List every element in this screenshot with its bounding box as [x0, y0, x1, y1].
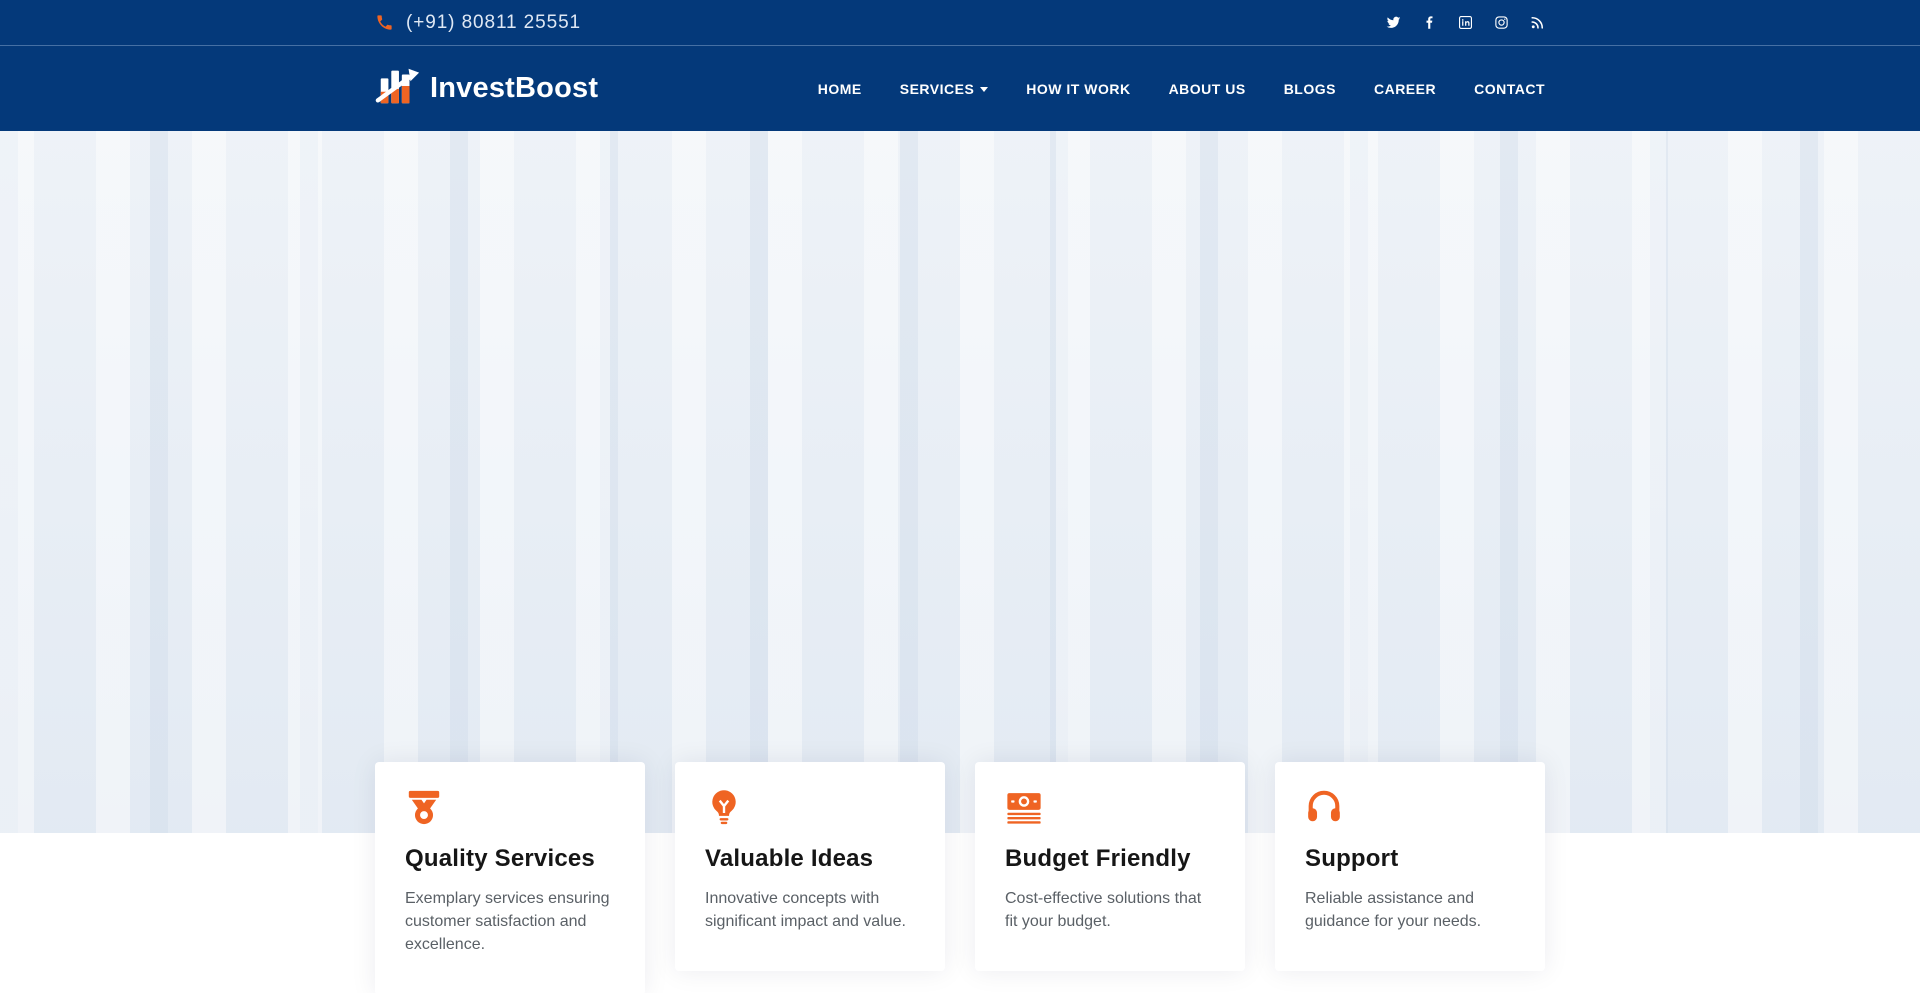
instagram-icon	[1494, 15, 1509, 30]
feature-description: Cost-effective solutions that fit your b…	[1005, 887, 1215, 933]
feature-title: Budget Friendly	[1005, 845, 1215, 873]
twitter-link[interactable]	[1386, 15, 1401, 30]
feature-card: Support Reliable assistance and guidance …	[1275, 762, 1545, 971]
rss-link[interactable]	[1530, 15, 1545, 30]
medal-icon	[405, 788, 615, 828]
nav-item-contact[interactable]: CONTACT	[1474, 81, 1545, 97]
feature-card: Quality Services Exemplary services ensur…	[375, 762, 645, 993]
phone-number: (+91) 80811 25551	[406, 12, 581, 34]
rss-icon	[1530, 15, 1545, 30]
nav-item-how-it-work[interactable]: HOW IT WORK	[1026, 81, 1130, 97]
feature-title: Valuable Ideas	[705, 845, 915, 873]
phone-contact[interactable]: (+91) 80811 25551	[375, 12, 581, 34]
nav-item-career[interactable]: CAREER	[1374, 81, 1436, 97]
nav-item-blogs[interactable]: BLOGS	[1284, 81, 1336, 97]
chevron-down-icon	[980, 87, 988, 92]
brand-name: InvestBoost	[430, 72, 598, 105]
twitter-icon	[1386, 15, 1401, 30]
linkedin-icon	[1458, 15, 1473, 30]
feature-description: Exemplary services ensuring customer sat…	[405, 887, 615, 957]
nav-item-about-us[interactable]: ABOUT US	[1169, 81, 1246, 97]
navbar: InvestBoost HOME SERVICES HOW IT WORK ABOUT…	[0, 46, 1920, 131]
feature-description: Innovative concepts with significant imp…	[705, 887, 915, 933]
hero-section	[0, 131, 1920, 833]
headset-icon	[1305, 788, 1515, 828]
social-links	[1386, 15, 1545, 30]
lightbulb-icon	[705, 788, 915, 828]
feature-title: Quality Services	[405, 845, 615, 873]
facebook-link[interactable]	[1422, 15, 1437, 30]
facebook-icon	[1422, 15, 1437, 30]
features-row: Quality Services Exemplary services ensur…	[375, 762, 1545, 993]
linkedin-link[interactable]	[1458, 15, 1473, 30]
feature-card: Valuable Ideas Innovative concepts with s…	[675, 762, 945, 971]
instagram-link[interactable]	[1494, 15, 1509, 30]
bar-chart-growth-icon	[375, 63, 421, 114]
feature-card: Budget Friendly Cost-effective solutions …	[975, 762, 1245, 971]
main-nav: HOME SERVICES HOW IT WORK ABOUT US BLOGS CARE…	[818, 81, 1545, 97]
features-section: Quality Services Exemplary services ensur…	[0, 762, 1920, 993]
nav-item-home[interactable]: HOME	[818, 81, 862, 97]
topbar: (+91) 80811 25551	[0, 0, 1920, 46]
nav-item-services[interactable]: SERVICES	[900, 81, 989, 97]
money-icon	[1005, 788, 1215, 828]
feature-title: Support	[1305, 845, 1515, 873]
phone-icon	[375, 13, 394, 32]
feature-description: Reliable assistance and guidance for you…	[1305, 887, 1515, 933]
brand-logo[interactable]: InvestBoost	[375, 63, 598, 114]
